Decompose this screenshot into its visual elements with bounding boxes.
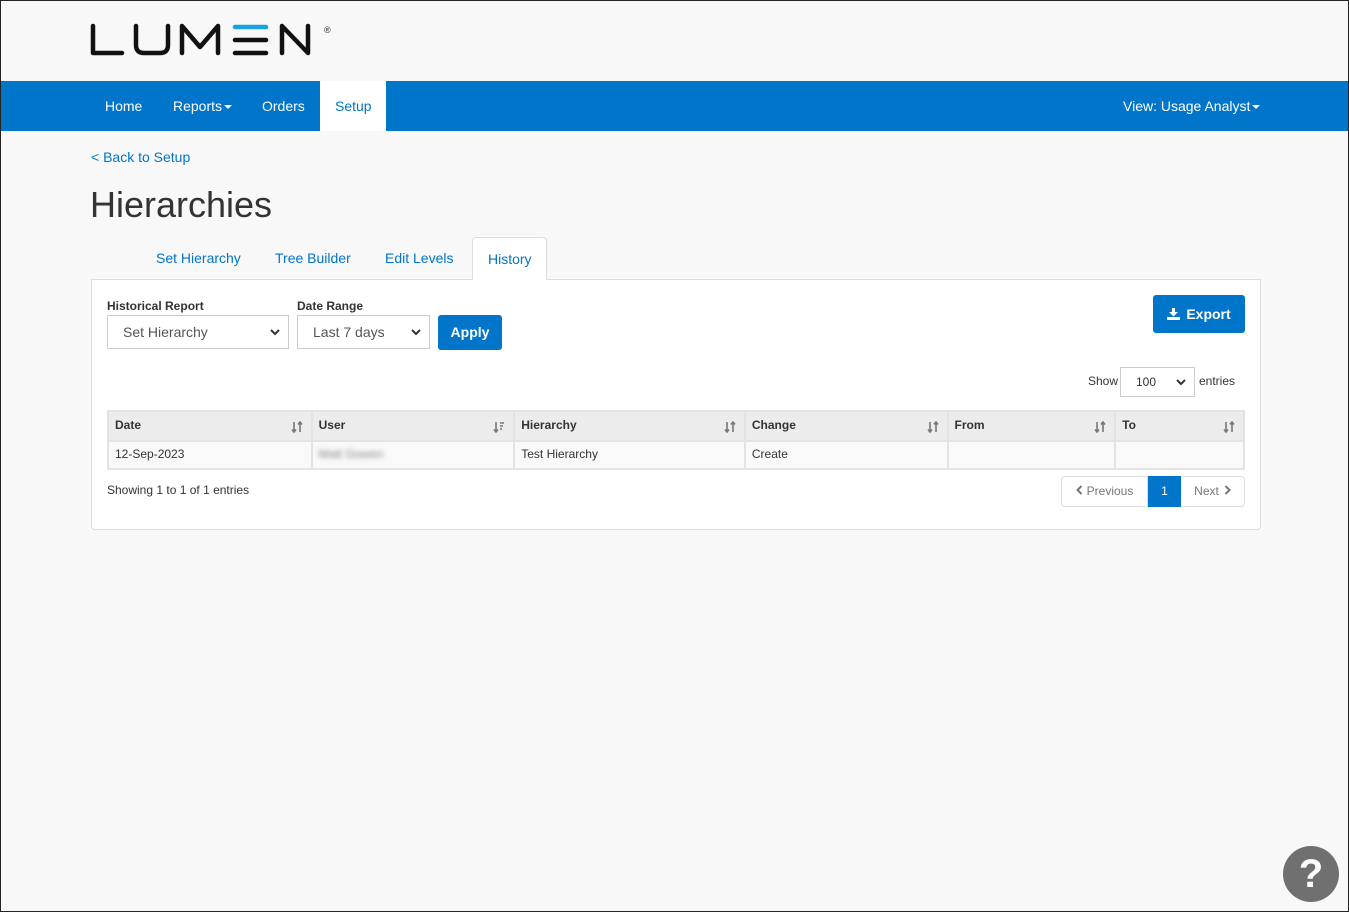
tab-history[interactable]: History xyxy=(472,237,547,280)
entries-label: entries xyxy=(1199,374,1236,388)
export-button[interactable]: Export xyxy=(1153,295,1245,333)
history-table: Date User Hierarchy Change From To 12-Se… xyxy=(107,410,1245,470)
tab-label: Edit Levels xyxy=(385,250,454,266)
cell-date: 12-Sep-2023 xyxy=(107,440,313,470)
nav-item-home[interactable]: Home xyxy=(90,81,157,131)
export-button-label: Export xyxy=(1186,306,1231,322)
user-name-redacted: Matt Gowen xyxy=(318,447,384,461)
current-page-label: 1 xyxy=(1161,484,1168,498)
page-title: Hierarchies xyxy=(90,184,273,225)
sort-icon xyxy=(1094,421,1106,433)
column-header-label: Hierarchy xyxy=(521,418,577,432)
question-mark-icon: ? xyxy=(1298,852,1324,896)
chevron-down-icon xyxy=(411,329,421,336)
lumen-logo[interactable]: ® xyxy=(90,23,331,57)
lumen-wordmark-icon xyxy=(90,23,311,56)
history-panel: Historical Report Set Hierarchy Date Ran… xyxy=(91,279,1261,530)
download-icon xyxy=(1167,308,1181,320)
column-header-user[interactable]: User xyxy=(310,410,516,442)
help-button[interactable]: ? xyxy=(1283,846,1339,902)
column-header-label: Change xyxy=(751,418,796,432)
column-header-change[interactable]: Change xyxy=(743,410,949,442)
tab-edit-levels[interactable]: Edit Levels xyxy=(370,237,468,280)
nav-item-label: Home xyxy=(105,98,143,114)
previous-label: Previous xyxy=(1086,484,1134,498)
historical-report-label: Historical Report xyxy=(107,299,204,313)
cell-user: Matt Gowen xyxy=(310,440,516,470)
sort-icon xyxy=(926,421,939,433)
registered-mark: ® xyxy=(324,25,331,35)
nav-item-setup[interactable]: Setup xyxy=(320,81,386,131)
cell-to xyxy=(1114,440,1245,470)
column-header-from[interactable]: From xyxy=(946,410,1117,442)
cell-hierarchy: Test Hierarchy xyxy=(513,440,746,470)
show-label: Show xyxy=(1088,374,1119,388)
historical-report-select[interactable]: Set Hierarchy xyxy=(107,315,289,349)
historical-report-value: Set Hierarchy xyxy=(123,324,208,340)
view-selector[interactable]: View: Usage Analyst xyxy=(1108,81,1275,131)
nav-item-label: Setup xyxy=(335,98,372,114)
nav-item-orders[interactable]: Orders xyxy=(247,81,320,131)
previous-page-button[interactable]: Previous xyxy=(1061,476,1148,507)
page-1-button[interactable]: 1 xyxy=(1148,476,1181,507)
next-label: Next xyxy=(1194,484,1219,498)
caret-down-icon xyxy=(1252,105,1261,110)
sort-icon xyxy=(290,421,303,433)
column-header-label: Date xyxy=(115,418,142,432)
pagination: Previous 1 Next xyxy=(1061,476,1245,507)
caret-down-icon xyxy=(224,105,233,110)
chevron-right-icon xyxy=(1224,485,1231,495)
nav-item-reports[interactable]: Reports xyxy=(158,81,247,131)
tab-label: Tree Builder xyxy=(275,250,351,266)
date-range-label: Date Range xyxy=(297,299,364,313)
column-header-label: From xyxy=(954,418,985,432)
chevron-down-icon xyxy=(270,329,280,336)
sort-icon xyxy=(724,421,736,433)
back-to-setup-link[interactable]: < Back to Setup xyxy=(91,149,190,165)
column-header-date[interactable]: Date xyxy=(107,410,313,442)
column-header-hierarchy[interactable]: Hierarchy xyxy=(513,410,746,442)
sort-icon xyxy=(1223,421,1235,433)
tab-tree-builder[interactable]: Tree Builder xyxy=(260,237,366,280)
table-row: 12-Sep-2023 Matt Gowen Test Hierarchy Cr… xyxy=(107,440,1245,470)
sort-descending-icon xyxy=(493,422,505,433)
showing-entries-text: Showing 1 to 1 of 1 entries xyxy=(107,483,250,497)
date-range-select[interactable]: Last 7 days xyxy=(297,315,430,349)
chevron-down-icon xyxy=(1176,379,1186,386)
next-page-button[interactable]: Next xyxy=(1181,476,1245,507)
tab-label: History xyxy=(488,251,532,267)
column-header-label: User xyxy=(318,418,346,432)
nav-item-label: Orders xyxy=(262,98,305,114)
cell-change: Create xyxy=(743,440,949,470)
date-range-value: Last 7 days xyxy=(313,324,385,340)
main-navbar: Home Reports Orders Setup View: Usage An… xyxy=(1,81,1348,131)
page-size-value: 100 xyxy=(1136,375,1157,389)
chevron-left-icon xyxy=(1075,485,1082,495)
apply-button[interactable]: Apply xyxy=(438,315,502,350)
apply-button-label: Apply xyxy=(450,324,490,340)
table-header-row: Date User Hierarchy Change From To xyxy=(107,410,1245,442)
view-selector-label: View: Usage Analyst xyxy=(1123,98,1251,114)
tab-set-hierarchy[interactable]: Set Hierarchy xyxy=(141,237,256,280)
column-header-to[interactable]: To xyxy=(1114,410,1245,442)
header: ® xyxy=(1,1,1348,81)
tab-label: Set Hierarchy xyxy=(156,250,241,266)
column-header-label: To xyxy=(1122,418,1136,432)
cell-from xyxy=(946,440,1117,470)
nav-item-label: Reports xyxy=(173,98,223,114)
page-size-select[interactable]: 100 xyxy=(1120,367,1195,397)
